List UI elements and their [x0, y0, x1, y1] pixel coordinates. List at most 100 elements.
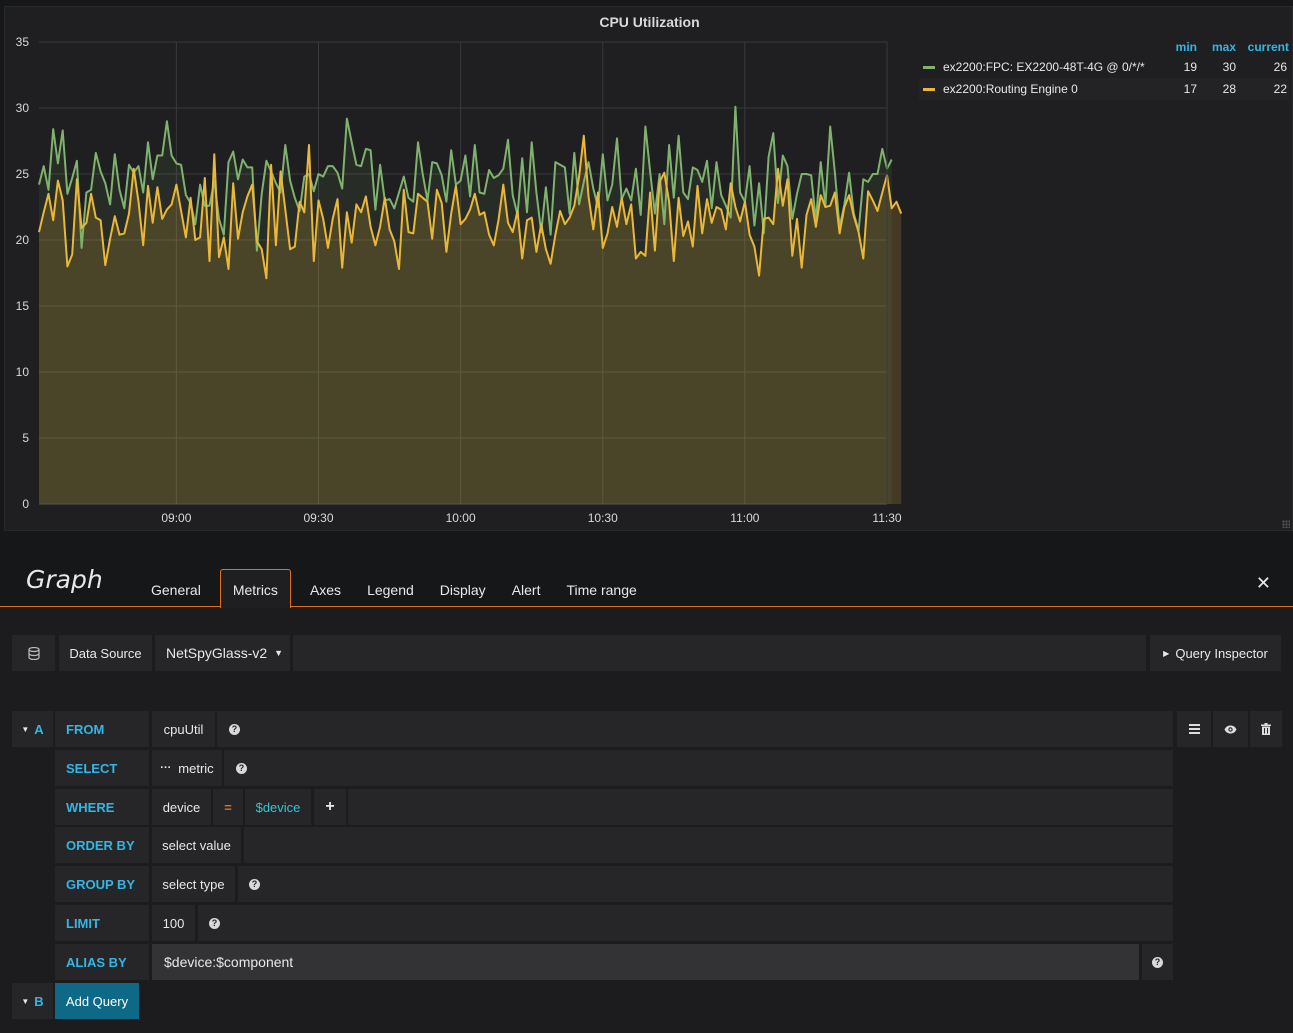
query-inspector-button[interactable]: ▶ Query Inspector: [1150, 635, 1281, 671]
y-tick-label: 30: [16, 101, 30, 115]
datasource-filler: [293, 635, 1146, 671]
eye-icon: [1224, 725, 1237, 733]
from-filler: ?: [217, 711, 1173, 747]
where-operator-text: =: [224, 799, 232, 815]
select-metric[interactable]: ··· metric: [152, 750, 222, 786]
alias-help: ?: [1142, 944, 1173, 980]
caret-right-icon: ▶: [1163, 648, 1170, 658]
series-color-swatch[interactable]: [923, 87, 935, 91]
ellipsis-icon[interactable]: ···: [160, 762, 171, 774]
from-label: FROM: [66, 721, 105, 737]
where-operator[interactable]: =: [213, 789, 243, 825]
x-tick-label: 09:30: [303, 511, 333, 525]
query-b-toggle[interactable]: ▼ B: [12, 983, 53, 1019]
legend-current-value: 26: [1273, 60, 1287, 74]
query-a-rows-gutter: [12, 749, 53, 981]
order-by-label: ORDER BY: [66, 837, 135, 853]
order-filler: [244, 827, 1173, 863]
group-by-value: select type: [162, 876, 225, 892]
query-ref-b: B: [34, 993, 44, 1009]
where-value[interactable]: $device: [245, 789, 311, 825]
tab-general[interactable]: General: [138, 569, 214, 607]
legend-item[interactable]: ex2200:Routing Engine 0 17 28 22: [919, 78, 1289, 100]
delete-query-button[interactable]: [1250, 711, 1282, 747]
trash-icon: [1261, 723, 1271, 735]
legend-item[interactable]: ex2200:FPC: EX2200-48T-4G @ 0/*/* 19 30 …: [919, 56, 1289, 78]
limit-keyword: LIMIT: [55, 905, 149, 941]
alias-by-keyword: ALIAS BY: [55, 944, 149, 980]
y-tick-label: 35: [16, 35, 30, 49]
panel-editor-header: Graph General Metrics Axes Legend Displa…: [0, 555, 1293, 608]
legend-header: min max current: [919, 40, 1289, 56]
alias-by-value: $device:$component: [164, 954, 294, 970]
tab-axes[interactable]: Axes: [297, 569, 354, 607]
limit-input[interactable]: 100: [152, 905, 195, 941]
datasource-value: NetSpyGlass-v2: [166, 645, 268, 661]
datasource-label-text: Data Source: [69, 645, 142, 661]
alias-by-label: ALIAS BY: [66, 954, 127, 970]
y-tick-label: 25: [16, 167, 30, 181]
legend-col-current[interactable]: current: [1236, 40, 1289, 56]
plus-icon: +: [325, 798, 335, 815]
limit-label: LIMIT: [66, 915, 100, 931]
from-value: cpuUtil: [163, 721, 204, 737]
add-query-button[interactable]: Add Query: [55, 983, 139, 1019]
where-keyword: WHERE: [55, 789, 149, 825]
help-icon[interactable]: ?: [1152, 956, 1163, 968]
hamburger-icon: [1188, 724, 1200, 734]
help-icon[interactable]: ?: [249, 878, 260, 890]
datasource-label: Data Source: [59, 635, 152, 671]
help-icon[interactable]: ?: [236, 762, 247, 774]
tab-metrics[interactable]: Metrics: [219, 569, 291, 608]
alias-by-input[interactable]: $device:$component: [152, 944, 1139, 980]
caret-down-icon: ▼: [21, 724, 30, 734]
query-menu-button[interactable]: [1177, 711, 1211, 747]
legend-col-min[interactable]: min: [1167, 40, 1197, 56]
y-tick-label: 10: [16, 365, 30, 379]
help-icon[interactable]: ?: [209, 917, 220, 929]
from-measurement[interactable]: cpuUtil: [152, 711, 215, 747]
y-tick-label: 0: [22, 497, 29, 511]
datasource-select[interactable]: NetSpyGlass-v2 ▼: [155, 635, 290, 671]
from-keyword: FROM: [55, 711, 149, 747]
caret-down-icon: ▼: [274, 648, 284, 658]
group-by-label: GROUP BY: [66, 876, 136, 892]
legend-series-name[interactable]: ex2200:FPC: EX2200-48T-4G @ 0/*/*: [943, 60, 1167, 74]
panel-resize-handle[interactable]: [1282, 520, 1290, 528]
tab-alert[interactable]: Alert: [499, 569, 554, 607]
query-a-toggle[interactable]: ▼ A: [12, 711, 53, 747]
order-by-keyword: ORDER BY: [55, 827, 149, 863]
add-query-label: Add Query: [65, 993, 129, 1009]
limit-value: 100: [162, 915, 185, 931]
group-by-keyword: GROUP BY: [55, 866, 149, 902]
legend-series-name[interactable]: ex2200:Routing Engine 0: [943, 82, 1167, 96]
cpu-chart[interactable]: 0 5 10 15 20 25 30 35 09:00 09:30 10:00 10:30 11:00 1…: [5, 7, 905, 532]
tab-legend[interactable]: Legend: [354, 569, 427, 607]
y-tick-label: 5: [22, 431, 29, 445]
database-icon: [12, 635, 55, 671]
graph-panel: CPU Utilization 0 5 10 15 20 25 30 35 09:00 09:30…: [4, 6, 1293, 531]
group-by-select[interactable]: select type: [152, 866, 235, 902]
tab-display[interactable]: Display: [427, 569, 499, 607]
add-condition-button[interactable]: +: [314, 789, 346, 825]
caret-down-icon: ▼: [21, 996, 30, 1006]
where-label: WHERE: [66, 799, 115, 815]
tab-time-range[interactable]: Time range: [553, 569, 649, 607]
legend-col-max[interactable]: max: [1197, 40, 1236, 56]
select-value: metric: [178, 760, 214, 776]
legend: min max current ex2200:FPC: EX2200-48T-4…: [919, 40, 1289, 100]
y-tick-label: 20: [16, 233, 30, 247]
where-key[interactable]: device: [152, 789, 211, 825]
legend-max-value: 28: [1222, 82, 1236, 96]
help-icon[interactable]: ?: [229, 723, 240, 735]
toggle-visibility-button[interactable]: [1213, 711, 1248, 747]
y-tick-label: 15: [16, 299, 30, 313]
query-inspector-label: Query Inspector: [1175, 645, 1268, 661]
close-icon[interactable]: ✕: [1256, 573, 1271, 594]
legend-current-value: 22: [1273, 82, 1287, 96]
x-tick-label: 10:00: [446, 511, 476, 525]
series-color-swatch[interactable]: [923, 65, 935, 69]
editor-title: Graph: [26, 565, 103, 594]
x-tick-label: 11:00: [730, 511, 759, 525]
order-by-select[interactable]: select value: [152, 827, 241, 863]
